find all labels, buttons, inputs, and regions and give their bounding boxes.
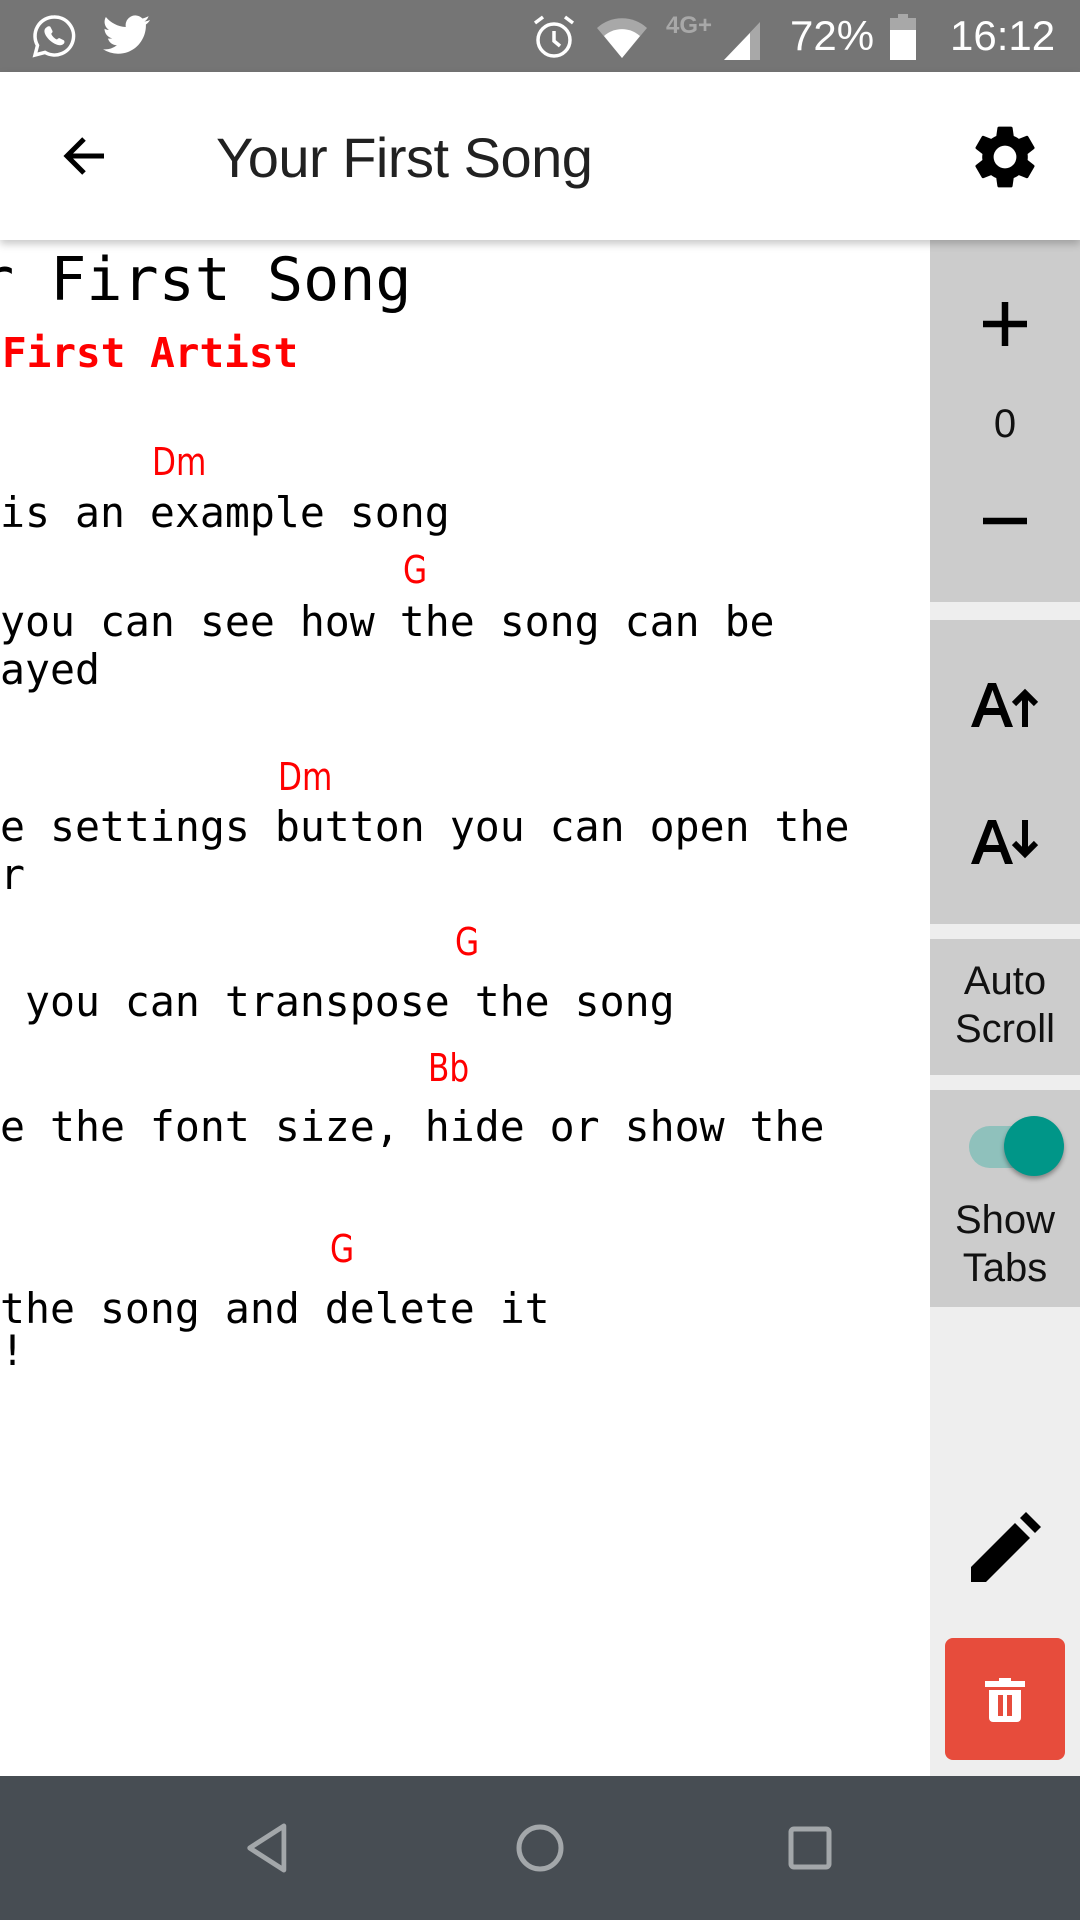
nav-recents-icon[interactable]: [788, 1826, 832, 1870]
font-increase-icon: [971, 683, 1039, 727]
network-type: 4G+: [666, 12, 713, 39]
show-tabs-toggle[interactable]: [968, 1116, 1068, 1180]
trash-icon: [985, 1678, 1025, 1722]
signal-icon: [724, 22, 760, 60]
transpose-down-button[interactable]: [930, 466, 1080, 576]
chord[interactable]: G: [330, 1221, 354, 1277]
lyric-line: is an example song: [0, 488, 450, 537]
song-viewer[interactable]: r First Song First Artist Dm is an examp…: [0, 240, 930, 1776]
show-tabs-label: Tabs: [962, 1246, 1048, 1290]
transpose-value: 0: [993, 402, 1017, 446]
pencil-icon: [971, 1512, 1041, 1582]
lyric-line: e settings button you can open the: [0, 802, 850, 851]
nav-back-icon[interactable]: [246, 1822, 296, 1874]
lyric-line: you can transpose the song: [0, 977, 675, 1026]
chord[interactable]: Bb: [428, 1040, 469, 1096]
battery-icon: [890, 14, 916, 60]
page-title: Your First Song: [216, 126, 593, 189]
transpose-panel: 0: [930, 240, 1080, 602]
nav-home-icon[interactable]: [514, 1822, 566, 1874]
twitter-icon: [103, 15, 150, 54]
song-title: r First Song: [0, 245, 412, 315]
toggle-knob: [1004, 1116, 1064, 1176]
auto-scroll-label: Auto: [963, 959, 1047, 1003]
delete-button[interactable]: [945, 1638, 1065, 1760]
navigation-bar: [0, 1776, 1080, 1920]
lyric-line: !: [0, 1326, 25, 1375]
chord[interactable]: G: [455, 914, 479, 970]
show-tabs-panel: Show Tabs: [930, 1090, 1080, 1307]
song-artist: First Artist: [2, 329, 299, 377]
whatsapp-icon: [32, 15, 76, 58]
lyric-line: e the font size, hide or show the: [0, 1102, 825, 1151]
status-bar: 4G+ 72% 16:12: [0, 0, 1080, 72]
edit-button[interactable]: [945, 1490, 1065, 1600]
clock: 16:12: [950, 12, 1056, 59]
sidebar: 0 Auto Scroll Show Tabs: [930, 240, 1080, 1776]
auto-scroll-label: Scroll: [954, 1007, 1056, 1051]
lyric-line: the song and delete it: [0, 1284, 550, 1333]
font-size-panel: [930, 620, 1080, 924]
font-increase-button[interactable]: [930, 640, 1080, 770]
auto-scroll-button[interactable]: Auto Scroll: [930, 939, 1080, 1075]
chord[interactable]: G: [403, 542, 427, 598]
settings-button[interactable]: [957, 109, 1053, 205]
gear-icon: [975, 126, 1035, 188]
chord[interactable]: Dm: [278, 749, 332, 805]
app-bar: Your First Song: [0, 72, 1080, 240]
transpose-up-button[interactable]: [930, 270, 1080, 380]
minus-icon: [983, 517, 1027, 525]
plus-icon: [983, 302, 1027, 346]
lyric-line: you can see how the song can be: [0, 597, 775, 646]
show-tabs-label: Show: [954, 1198, 1056, 1242]
alarm-icon: [533, 15, 575, 58]
lyric-line: r: [0, 850, 25, 899]
arrow-back-icon: [63, 137, 104, 175]
chord[interactable]: Dm: [152, 434, 206, 490]
battery-percent: 72%: [790, 12, 875, 59]
back-button[interactable]: [36, 108, 132, 204]
font-decrease-button[interactable]: [930, 776, 1080, 906]
wifi-icon: [597, 18, 647, 58]
font-decrease-icon: [971, 820, 1039, 864]
lyric-line: ayed: [0, 645, 100, 694]
